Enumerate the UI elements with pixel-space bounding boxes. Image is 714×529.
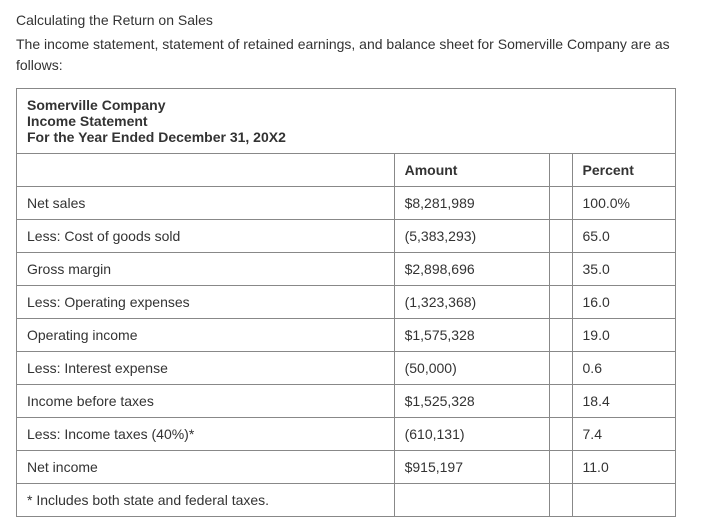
footnote: * Includes both state and federal taxes. <box>17 484 395 517</box>
page-title: Calculating the Return on Sales <box>16 12 698 28</box>
row-amount-blank <box>394 484 549 517</box>
col-separator <box>549 319 572 352</box>
company-name: Somerville Company <box>27 97 665 113</box>
row-label: Net sales <box>17 187 395 220</box>
statement-period: For the Year Ended December 31, 20X2 <box>27 129 665 145</box>
col-separator <box>549 220 572 253</box>
row-amount: (610,131) <box>394 418 549 451</box>
table-row: Less: Income taxes (40%)* (610,131) 7.4 <box>17 418 676 451</box>
footnote-row: * Includes both state and federal taxes. <box>17 484 676 517</box>
row-percent-blank <box>572 484 675 517</box>
intro-text: The income statement, statement of retai… <box>16 34 698 76</box>
row-percent: 35.0 <box>572 253 675 286</box>
row-percent: 100.0% <box>572 187 675 220</box>
table-header-row: Somerville Company Income Statement For … <box>17 89 676 154</box>
table-row: Gross margin $2,898,696 35.0 <box>17 253 676 286</box>
col-header-blank <box>17 154 395 187</box>
row-label: Net income <box>17 451 395 484</box>
row-percent: 0.6 <box>572 352 675 385</box>
col-separator <box>549 253 572 286</box>
row-label: Less: Income taxes (40%)* <box>17 418 395 451</box>
table-row: Net sales $8,281,989 100.0% <box>17 187 676 220</box>
row-amount: $1,575,328 <box>394 319 549 352</box>
col-separator <box>549 484 572 517</box>
row-percent: 16.0 <box>572 286 675 319</box>
table-row: Income before taxes $1,525,328 18.4 <box>17 385 676 418</box>
row-amount: (1,323,368) <box>394 286 549 319</box>
row-amount: (50,000) <box>394 352 549 385</box>
row-label: Operating income <box>17 319 395 352</box>
table-row: Net income $915,197 11.0 <box>17 451 676 484</box>
col-separator <box>549 385 572 418</box>
row-label: Gross margin <box>17 253 395 286</box>
col-separator <box>549 286 572 319</box>
row-amount: (5,383,293) <box>394 220 549 253</box>
row-label: Income before taxes <box>17 385 395 418</box>
row-percent: 7.4 <box>572 418 675 451</box>
row-percent: 65.0 <box>572 220 675 253</box>
row-amount: $915,197 <box>394 451 549 484</box>
table-row: Less: Operating expenses (1,323,368) 16.… <box>17 286 676 319</box>
col-header-percent: Percent <box>572 154 675 187</box>
income-statement-table: Somerville Company Income Statement For … <box>16 88 676 517</box>
row-label: Less: Operating expenses <box>17 286 395 319</box>
col-separator <box>549 451 572 484</box>
row-amount: $2,898,696 <box>394 253 549 286</box>
col-header-amount: Amount <box>394 154 549 187</box>
statement-name: Income Statement <box>27 113 665 129</box>
column-header-row: Amount Percent <box>17 154 676 187</box>
row-label: Less: Interest expense <box>17 352 395 385</box>
col-separator <box>549 418 572 451</box>
row-label: Less: Cost of goods sold <box>17 220 395 253</box>
table-row: Less: Cost of goods sold (5,383,293) 65.… <box>17 220 676 253</box>
col-separator <box>549 352 572 385</box>
table-row: Operating income $1,575,328 19.0 <box>17 319 676 352</box>
col-separator <box>549 154 572 187</box>
row-percent: 11.0 <box>572 451 675 484</box>
col-separator <box>549 187 572 220</box>
row-percent: 19.0 <box>572 319 675 352</box>
row-amount: $8,281,989 <box>394 187 549 220</box>
table-row: Less: Interest expense (50,000) 0.6 <box>17 352 676 385</box>
row-percent: 18.4 <box>572 385 675 418</box>
statement-header: Somerville Company Income Statement For … <box>17 89 676 154</box>
row-amount: $1,525,328 <box>394 385 549 418</box>
